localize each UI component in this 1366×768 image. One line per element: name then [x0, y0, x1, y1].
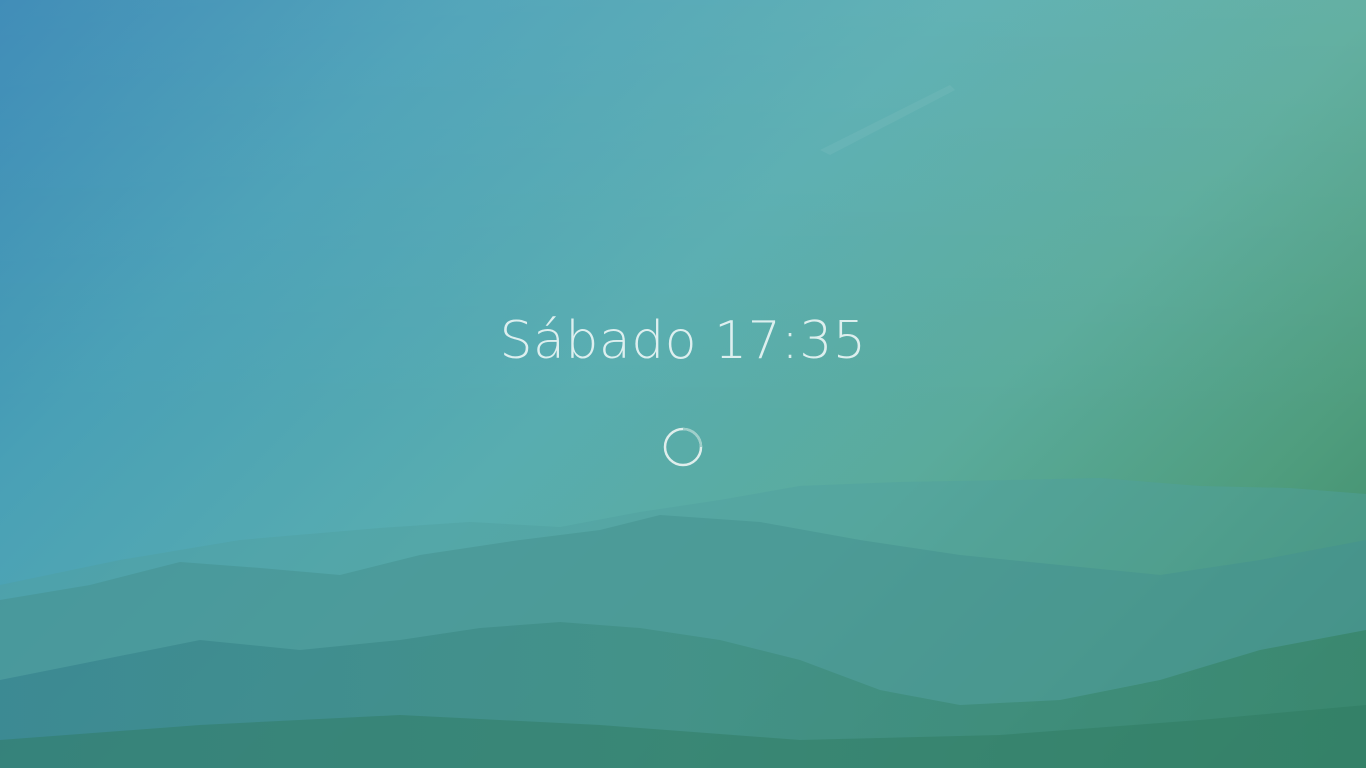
lockscreen-clock: Sábado 17:35: [499, 311, 867, 371]
loading-spinner-icon: [663, 427, 703, 467]
wallpaper-background: [0, 0, 1366, 768]
